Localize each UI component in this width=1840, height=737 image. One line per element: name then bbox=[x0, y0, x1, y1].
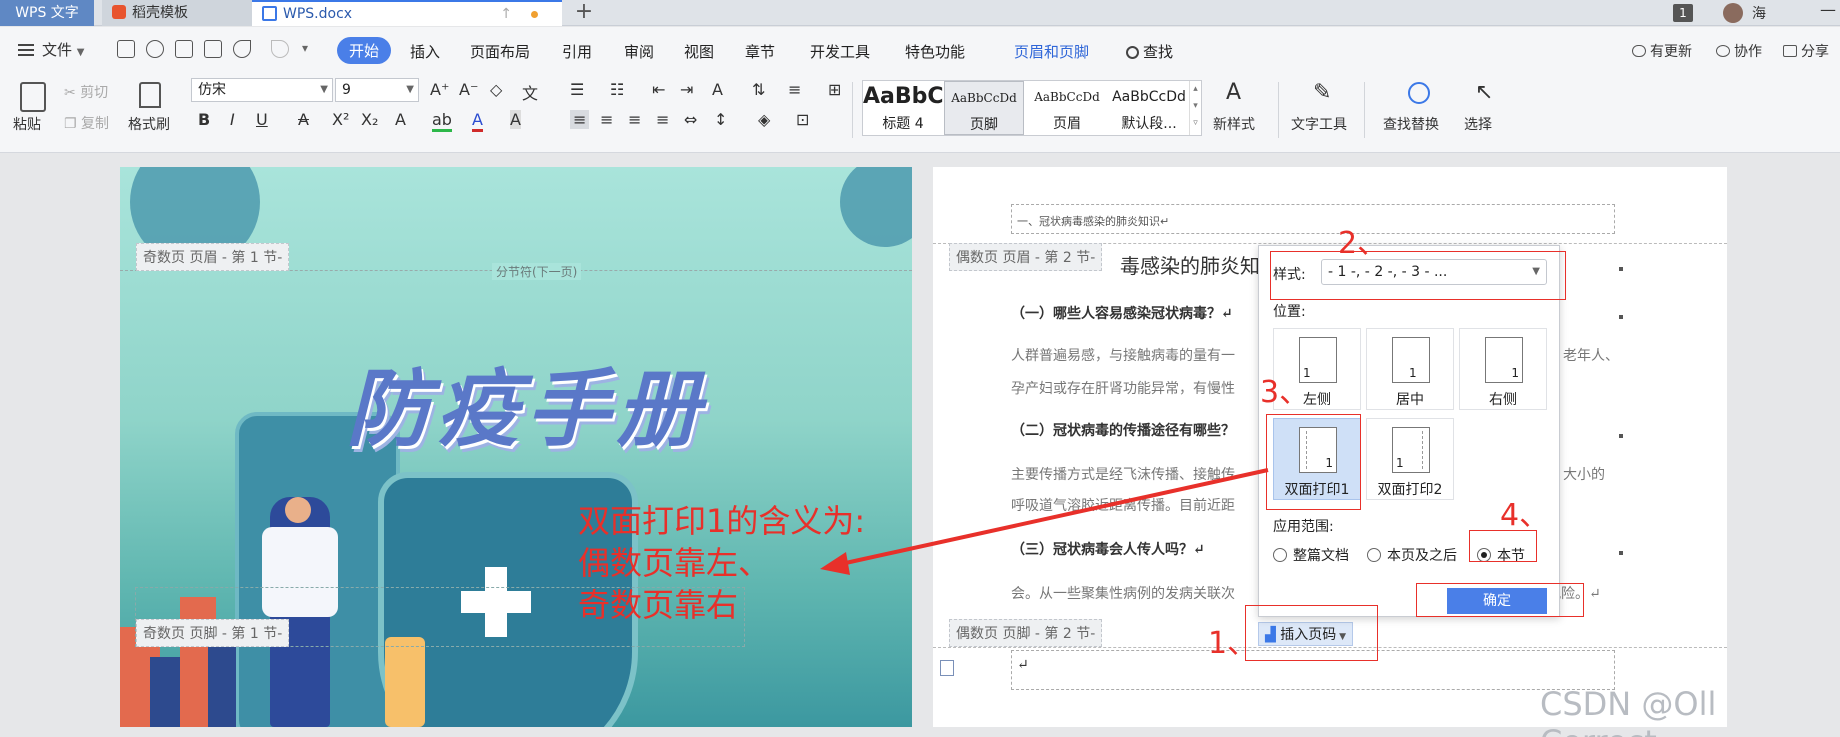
annotation-line-2: 偶数页靠左、 bbox=[578, 544, 771, 582]
annotation-line-3: 奇数页靠右 bbox=[578, 586, 739, 624]
annotation-text: 双面打印1的含义为: 偶数页靠左、 奇数页靠右 bbox=[578, 500, 865, 626]
csdn-watermark: CSDN @Oll Correct bbox=[1540, 685, 1717, 737]
annotation-arrow bbox=[820, 468, 1269, 575]
annotation-line-1: 双面打印1的含义为: bbox=[578, 502, 866, 540]
arrow-line bbox=[831, 468, 1269, 568]
